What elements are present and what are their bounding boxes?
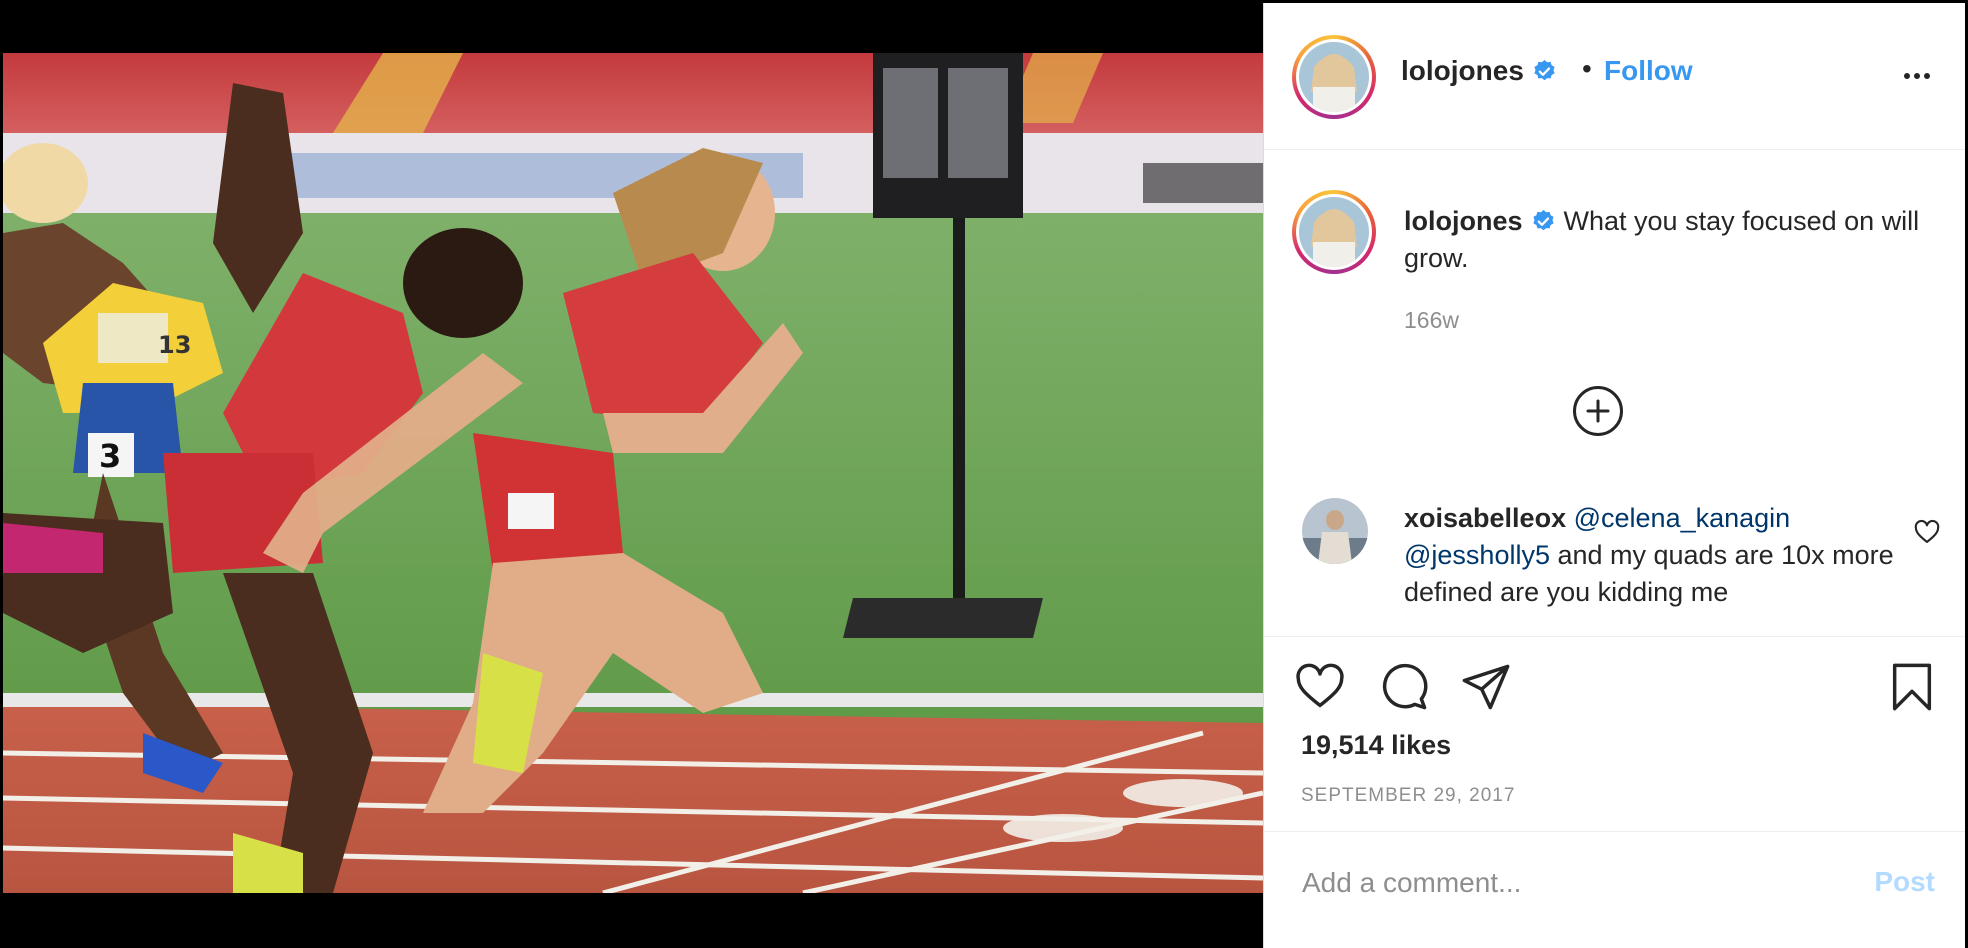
post-media[interactable]: 3 13	[3, 3, 1263, 948]
post-side-panel: lolojones • Follow lolojones What you st…	[1263, 3, 1965, 948]
caption-text: lolojones What you stay focused on will g…	[1404, 203, 1944, 277]
load-more-comments-icon[interactable]	[1573, 386, 1623, 436]
comments-list[interactable]: lolojones What you stay focused on will g…	[1264, 150, 1965, 635]
follow-button[interactable]: Follow	[1604, 55, 1693, 87]
comment-like-heart-icon[interactable]	[1913, 518, 1941, 546]
more-options-icon[interactable]	[1897, 61, 1937, 91]
caption-username[interactable]: lolojones	[1404, 206, 1523, 236]
caption-timestamp[interactable]: 166w	[1404, 307, 1459, 334]
save-bookmark-icon[interactable]	[1886, 661, 1938, 713]
post-date[interactable]: SEPTEMBER 29, 2017	[1301, 785, 1515, 807]
post-photo: 3 13	[3, 53, 1263, 893]
share-paper-plane-icon[interactable]	[1460, 661, 1512, 713]
post-header: lolojones • Follow	[1264, 3, 1965, 150]
like-heart-icon[interactable]	[1294, 661, 1346, 713]
likes-count[interactable]: 19,514 likes	[1301, 730, 1451, 761]
comment-text: xoisabelleox @celena_kanagin @jessholly5…	[1404, 500, 1904, 611]
photo-bib-yellow: 13	[158, 331, 191, 359]
post-modal: 3 13 lolojones • Follow lolojones What y…	[3, 3, 1965, 948]
author-avatar-image	[1299, 42, 1369, 112]
commenter-username[interactable]: xoisabelleox	[1404, 503, 1566, 533]
comment-composer: Post	[1264, 831, 1965, 948]
verified-badge-icon	[1534, 60, 1555, 81]
comment-input[interactable]	[1300, 862, 1824, 904]
author-avatar[interactable]	[1292, 35, 1376, 119]
author-username[interactable]: lolojones	[1401, 55, 1557, 87]
comment-mention-1[interactable]: @celena_kanagin	[1574, 503, 1791, 533]
header-dot-separator: •	[1582, 53, 1592, 84]
comment-bubble-icon[interactable]	[1378, 661, 1430, 713]
commenter-avatar[interactable]	[1302, 498, 1368, 564]
comment-mention-2[interactable]: @jessholly5	[1404, 540, 1550, 570]
verified-badge-icon	[1532, 210, 1554, 231]
caption-author-avatar[interactable]	[1292, 190, 1376, 274]
photo-bib-left: 3	[99, 437, 121, 475]
caption-avatar-image	[1299, 197, 1369, 267]
post-actions: 19,514 likes SEPTEMBER 29, 2017	[1264, 636, 1965, 832]
author-username-text[interactable]: lolojones	[1401, 55, 1524, 86]
post-comment-button[interactable]: Post	[1874, 866, 1935, 898]
